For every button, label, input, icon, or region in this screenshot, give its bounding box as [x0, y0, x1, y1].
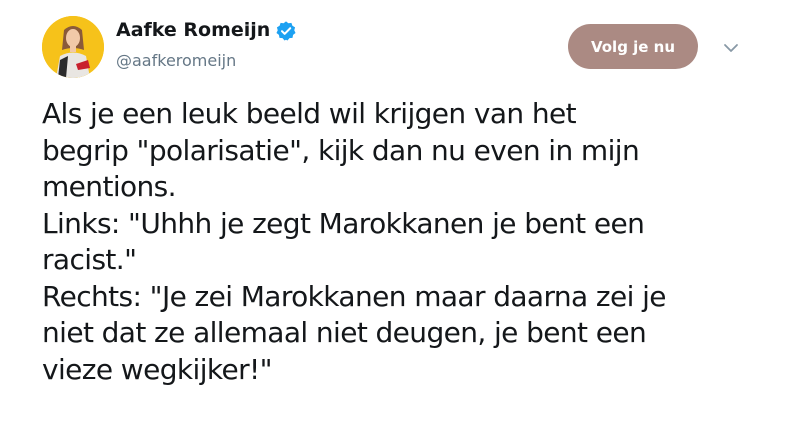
tweet-text-line: Links: "Uhhh je zegt Marokkanen je bent …	[42, 206, 645, 240]
tweet-text-line: Rechts: "Je zei Marokkanen maar daarna z…	[42, 279, 667, 313]
user-handle[interactable]: @aafkeromeijn	[116, 51, 236, 70]
tweet-card: Aafke Romeijn @aafkeromeijn Volg je nu A…	[0, 0, 785, 426]
tweet-text-line: mentions.	[42, 170, 177, 203]
tweet-text-line: Als je een leuk beeld wil krijgen van he…	[42, 97, 577, 130]
follow-button[interactable]: Volg je nu	[568, 24, 698, 69]
display-name[interactable]: Aafke Romeijn	[116, 19, 270, 41]
tweet-text-line: racist."	[42, 243, 137, 276]
verified-badge-icon	[276, 21, 296, 41]
avatar[interactable]	[42, 16, 104, 78]
avatar-image	[42, 16, 104, 78]
more-options-button[interactable]	[720, 38, 742, 58]
chevron-down-icon	[724, 44, 738, 52]
tweet-text-line: begrip "polarisatie", kijk dan nu even i…	[42, 133, 640, 167]
tweet-text-line: vieze wegkijker!"	[42, 352, 273, 386]
tweet-text-line: niet dat ze allemaal niet deugen, je ben…	[42, 316, 647, 349]
tweet-text: Als je een leuk beeld wil krijgen van he…	[42, 96, 777, 388]
